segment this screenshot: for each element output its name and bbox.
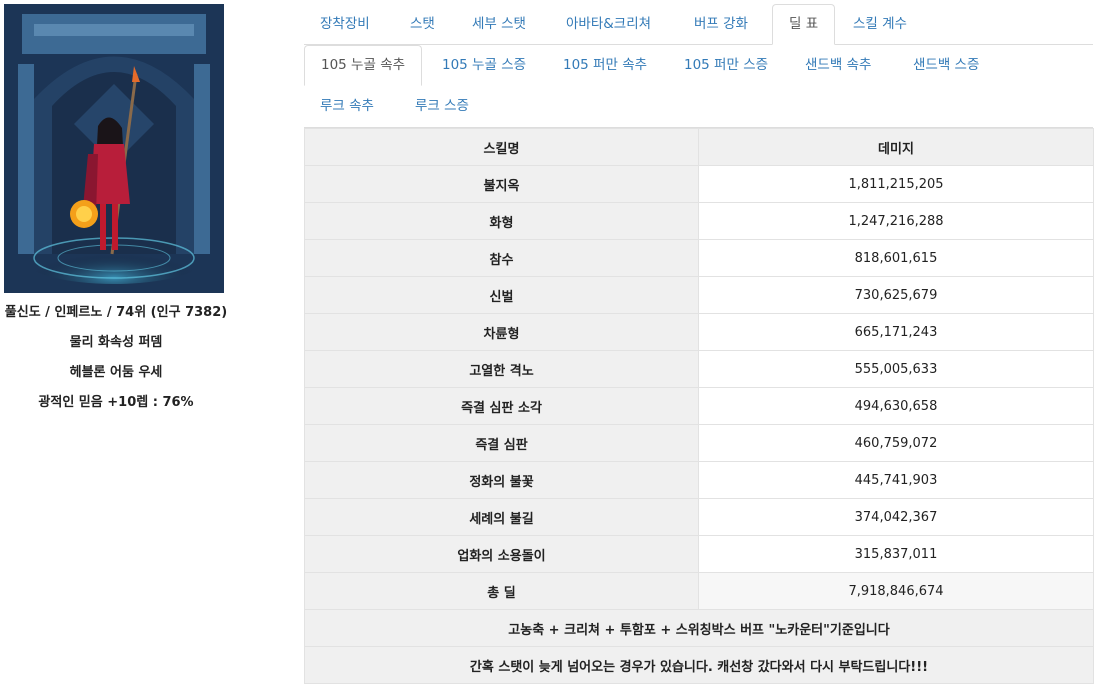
skill-name: 세례의 불길 — [304, 498, 699, 536]
character-damage-type: 물리 화속성 퍼뎀 — [69, 335, 163, 350]
header-skill-name: 스킬명 — [304, 128, 699, 166]
tab-damage-table[interactable]: 딜 표 — [772, 4, 836, 45]
damage-value: 555,005,633 — [698, 350, 1094, 388]
skill-name: 즉결 심판 — [304, 424, 699, 462]
table-row: 즉결 심판 소각 494,630,658 — [304, 387, 1094, 425]
character-summary: 풀신도 / 인페르노 / 74위 (인구 7382) — [4, 305, 228, 320]
main-tab-bar: 장착장비 스탯 세부 스탯 아바타&크리쳐 버프 강화 딜 표 스킬 계수 — [304, 4, 1093, 45]
tab-skill-coefficient[interactable]: 스킬 계수 — [837, 4, 923, 44]
character-illustration — [4, 4, 224, 293]
damage-value: 665,171,243 — [698, 313, 1094, 351]
subtab-sandbag-skill[interactable]: 샌드백 스증 — [897, 45, 995, 85]
stat-delay-note: 간혹 스탯이 늦게 넘어오는 경우가 있습니다. 캐선창 갔다와서 다시 부탁드… — [304, 646, 1094, 684]
tab-detail-stats[interactable]: 세부 스탯 — [456, 4, 542, 44]
subtab-luke-skill[interactable]: 루크 스증 — [399, 86, 485, 126]
subtab-105-nugol-element[interactable]: 105 누골 속추 — [304, 45, 423, 86]
sub-tab-bar-row2: 루크 속추 루크 스증 — [304, 86, 1093, 128]
skill-name: 불지옥 — [304, 165, 699, 203]
total-damage-value: 7,918,846,674 — [698, 572, 1094, 610]
table-row: 정화의 불꽃 445,741,903 — [304, 461, 1094, 499]
character-info: 풀신도 / 인페르노 / 74위 (인구 7382) 물리 화속성 퍼뎀 헤블론… — [0, 304, 232, 424]
skill-name: 신벌 — [304, 276, 699, 314]
skill-name: 정화의 불꽃 — [304, 461, 699, 499]
skill-name: 고열한 격노 — [304, 350, 699, 388]
total-label: 총 딜 — [304, 572, 699, 610]
table-row: 고열한 격노 555,005,633 — [304, 350, 1094, 388]
subtab-105-perman-element[interactable]: 105 퍼만 속추 — [547, 45, 663, 85]
damage-value: 1,811,215,205 — [698, 165, 1094, 203]
damage-value: 730,625,679 — [698, 276, 1094, 314]
table-header-row: 스킬명 데미지 — [304, 128, 1094, 166]
table-row: 세례의 불길 374,042,367 — [304, 498, 1094, 536]
damage-value: 374,042,367 — [698, 498, 1094, 536]
character-element-advantage: 헤블론 어둠 우세 — [69, 365, 163, 380]
tab-equipment[interactable]: 장착장비 — [304, 4, 386, 44]
skill-name: 차륜형 — [304, 313, 699, 351]
character-buff-level: 광적인 믿음 +10렙 : 76% — [38, 395, 194, 410]
tab-avatar-creature[interactable]: 아바타&크리쳐 — [550, 4, 667, 44]
skill-name: 업화의 소용돌이 — [304, 535, 699, 573]
damage-value: 445,741,903 — [698, 461, 1094, 499]
table-row: 화형 1,247,216,288 — [304, 202, 1094, 240]
table-row: 참수 818,601,615 — [304, 239, 1094, 277]
skill-name: 즉결 심판 소각 — [304, 387, 699, 425]
table-row: 즉결 심판 460,759,072 — [304, 424, 1094, 462]
damage-value: 494,630,658 — [698, 387, 1094, 425]
table-row: 신벌 730,625,679 — [304, 276, 1094, 314]
table-note-row: 간혹 스탯이 늦게 넘어오는 경우가 있습니다. 캐선창 갔다와서 다시 부탁드… — [304, 646, 1094, 684]
subtab-sandbag-element[interactable]: 샌드백 속추 — [789, 45, 887, 85]
character-portrait — [4, 4, 224, 293]
skill-name: 화형 — [304, 202, 699, 240]
skill-name: 참수 — [304, 239, 699, 277]
damage-value: 315,837,011 — [698, 535, 1094, 573]
table-row: 불지옥 1,811,215,205 — [304, 165, 1094, 203]
damage-table: 스킬명 데미지 불지옥 1,811,215,205 화형 1,247,216,2… — [304, 128, 1094, 684]
tab-buff-enhance[interactable]: 버프 강화 — [678, 4, 764, 44]
table-total-row: 총 딜 7,918,846,674 — [304, 572, 1094, 610]
table-row: 차륜형 665,171,243 — [304, 313, 1094, 351]
subtab-105-nugol-skill[interactable]: 105 누골 스증 — [426, 45, 542, 85]
tab-stats[interactable]: 스탯 — [394, 4, 451, 44]
buff-condition-note: 고농축 + 크리쳐 + 투함포 + 스위칭박스 버프 "노카운터"기준입니다 — [304, 609, 1094, 647]
sub-tab-bar-row1: 105 누골 속추 105 누골 스증 105 퍼만 속추 105 퍼만 스증 … — [304, 45, 1093, 86]
damage-value: 818,601,615 — [698, 239, 1094, 277]
table-note-row: 고농축 + 크리쳐 + 투함포 + 스위칭박스 버프 "노카운터"기준입니다 — [304, 609, 1094, 647]
subtab-luke-element[interactable]: 루크 속추 — [304, 86, 390, 126]
damage-value: 460,759,072 — [698, 424, 1094, 462]
subtab-105-perman-skill[interactable]: 105 퍼만 스증 — [668, 45, 784, 85]
header-damage: 데미지 — [698, 128, 1094, 166]
damage-value: 1,247,216,288 — [698, 202, 1094, 240]
table-row: 업화의 소용돌이 315,837,011 — [304, 535, 1094, 573]
